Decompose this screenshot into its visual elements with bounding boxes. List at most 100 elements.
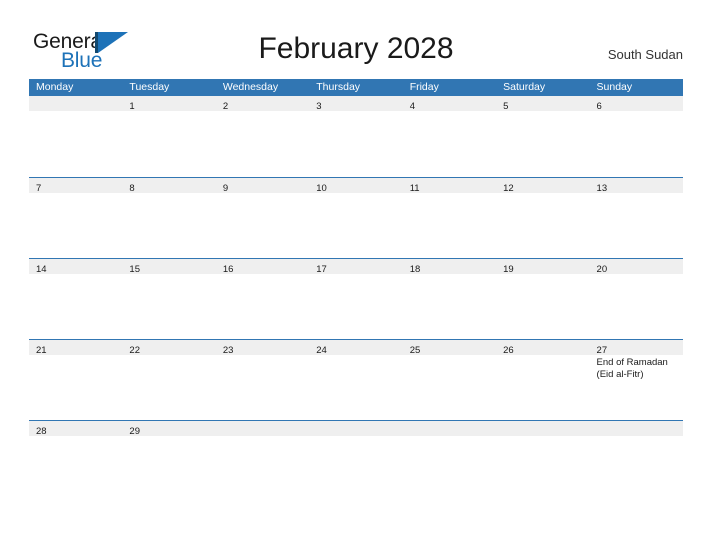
calendar-day-cell[interactable]: 3 xyxy=(309,96,403,177)
calendar-day-cell[interactable]: 9 xyxy=(215,178,310,258)
day-number-band: 9 xyxy=(215,178,310,194)
day-number: 19 xyxy=(503,264,514,275)
day-number: 4 xyxy=(409,101,415,112)
calendar-week-row: 21 22 23 24 25 26 27 End of Ramadan (Eid al-Fitr… xyxy=(29,339,683,420)
weekday-header-tuesday: Tuesday xyxy=(129,81,170,93)
day-number-band: 11 xyxy=(402,178,497,194)
day-number: 27 xyxy=(596,345,608,356)
calendar-day-cell[interactable] xyxy=(215,421,310,501)
day-number-band: 24 xyxy=(309,340,403,356)
day-number-band: 18 xyxy=(402,259,497,275)
weekday-header-thursday: Thursday xyxy=(316,81,361,93)
calendar-day-cell[interactable]: 2 xyxy=(215,96,310,177)
day-number-band: 19 xyxy=(496,259,590,275)
day-number-band: 29 xyxy=(122,421,216,437)
day-number: 29 xyxy=(129,426,140,437)
weekday-header-row: Monday Tuesday Wednesday Thursday Friday… xyxy=(29,79,683,96)
day-number-band: 27 xyxy=(589,340,683,356)
day-number-band: 14 xyxy=(29,259,123,275)
day-number: 13 xyxy=(596,183,608,194)
calendar-day-cell[interactable]: 27 End of Ramadan (Eid al-Fitr) xyxy=(589,340,683,420)
day-number-band: 22 xyxy=(122,340,216,356)
calendar-day-cell[interactable] xyxy=(309,421,403,501)
calendar-week-row: 14 15 16 17 18 19 20 xyxy=(29,258,683,339)
day-number: 1 xyxy=(129,101,135,112)
day-number: 21 xyxy=(36,345,47,356)
calendar-day-cell[interactable]: 21 xyxy=(29,340,123,420)
calendar-day-cell[interactable]: 16 xyxy=(215,259,310,339)
day-number: 6 xyxy=(596,101,602,112)
day-events: End of Ramadan (Eid al-Fitr) xyxy=(590,355,683,381)
day-number-band xyxy=(215,421,310,436)
calendar-week-row: 7 8 9 10 11 12 13 xyxy=(29,177,683,258)
calendar-week-row: 1 2 3 4 5 6 xyxy=(29,96,683,177)
calendar-day-cell[interactable]: 24 xyxy=(309,340,403,420)
day-number: 8 xyxy=(129,183,135,194)
calendar-day-cell[interactable]: 29 xyxy=(122,421,216,501)
calendar-day-cell[interactable]: 6 xyxy=(589,96,683,177)
weekday-header-saturday: Saturday xyxy=(503,81,546,93)
calendar-day-cell[interactable]: 11 xyxy=(402,178,497,258)
day-number-band: 15 xyxy=(122,259,216,275)
day-number: 28 xyxy=(36,426,47,437)
day-number-band: 20 xyxy=(589,259,683,275)
calendar-day-cell[interactable] xyxy=(402,421,497,501)
day-event-line: End of Ramadan xyxy=(596,357,668,368)
day-event-line: (Eid al-Fitr) xyxy=(596,369,644,380)
calendar-week-row: 28 29 xyxy=(29,420,683,501)
day-number-band: 3 xyxy=(309,96,403,112)
day-number: 3 xyxy=(316,101,322,112)
day-number-band: 13 xyxy=(589,178,683,194)
weekday-header-friday: Friday xyxy=(409,81,439,93)
day-number-band: 21 xyxy=(29,340,123,356)
calendar-day-cell[interactable]: 23 xyxy=(215,340,310,420)
calendar-day-cell[interactable]: 7 xyxy=(29,178,123,258)
day-number-band: 12 xyxy=(496,178,590,194)
page-header: General Blue February 2028 South Sudan xyxy=(0,0,712,80)
calendar-day-cell[interactable]: 15 xyxy=(122,259,216,339)
calendar-day-cell[interactable] xyxy=(589,421,683,501)
calendar-day-cell[interactable]: 19 xyxy=(496,259,590,339)
calendar-day-cell[interactable]: 18 xyxy=(402,259,497,339)
day-number-band xyxy=(309,421,403,436)
calendar-day-cell[interactable]: 25 xyxy=(402,340,497,420)
calendar-day-cell[interactable]: 17 xyxy=(309,259,403,339)
day-number: 2 xyxy=(222,101,229,112)
calendar-day-cell[interactable]: 22 xyxy=(122,340,216,420)
day-number: 15 xyxy=(129,264,140,275)
calendar-day-cell[interactable]: 28 xyxy=(29,421,123,501)
day-number-band: 6 xyxy=(589,96,683,112)
day-number-band: 7 xyxy=(29,178,123,194)
calendar-day-cell[interactable]: 20 xyxy=(589,259,683,339)
day-number-band xyxy=(29,96,123,111)
calendar-day-cell[interactable] xyxy=(29,96,123,177)
day-number: 10 xyxy=(316,183,327,194)
day-number-band: 1 xyxy=(122,96,216,112)
calendar-day-cell[interactable]: 1 xyxy=(122,96,216,177)
calendar-day-cell[interactable]: 10 xyxy=(309,178,403,258)
weekday-header-wednesday: Wednesday xyxy=(222,81,279,93)
day-number: 14 xyxy=(36,264,47,275)
day-number-band: 17 xyxy=(309,259,403,275)
calendar-day-cell[interactable] xyxy=(496,421,590,501)
calendar-day-cell[interactable]: 4 xyxy=(402,96,497,177)
calendar-day-cell[interactable]: 13 xyxy=(589,178,683,258)
weekday-header-sunday: Sunday xyxy=(596,81,633,93)
day-number: 5 xyxy=(503,101,509,112)
day-number: 12 xyxy=(503,183,514,194)
day-number: 11 xyxy=(409,183,420,194)
calendar-day-cell[interactable]: 26 xyxy=(496,340,590,420)
calendar-grid: Monday Tuesday Wednesday Thursday Friday… xyxy=(29,79,683,501)
calendar-day-cell[interactable]: 5 xyxy=(496,96,590,177)
day-number-band: 25 xyxy=(402,340,497,356)
calendar-day-cell[interactable]: 14 xyxy=(29,259,123,339)
day-number-band: 10 xyxy=(309,178,403,194)
day-number-band: 23 xyxy=(215,340,310,356)
day-number: 18 xyxy=(409,264,421,275)
day-number-band: 4 xyxy=(402,96,497,112)
calendar-day-cell[interactable]: 8 xyxy=(122,178,216,258)
day-number: 24 xyxy=(316,345,327,356)
day-number-band: 2 xyxy=(215,96,310,112)
calendar-day-cell[interactable]: 12 xyxy=(496,178,590,258)
day-number: 23 xyxy=(222,345,234,356)
